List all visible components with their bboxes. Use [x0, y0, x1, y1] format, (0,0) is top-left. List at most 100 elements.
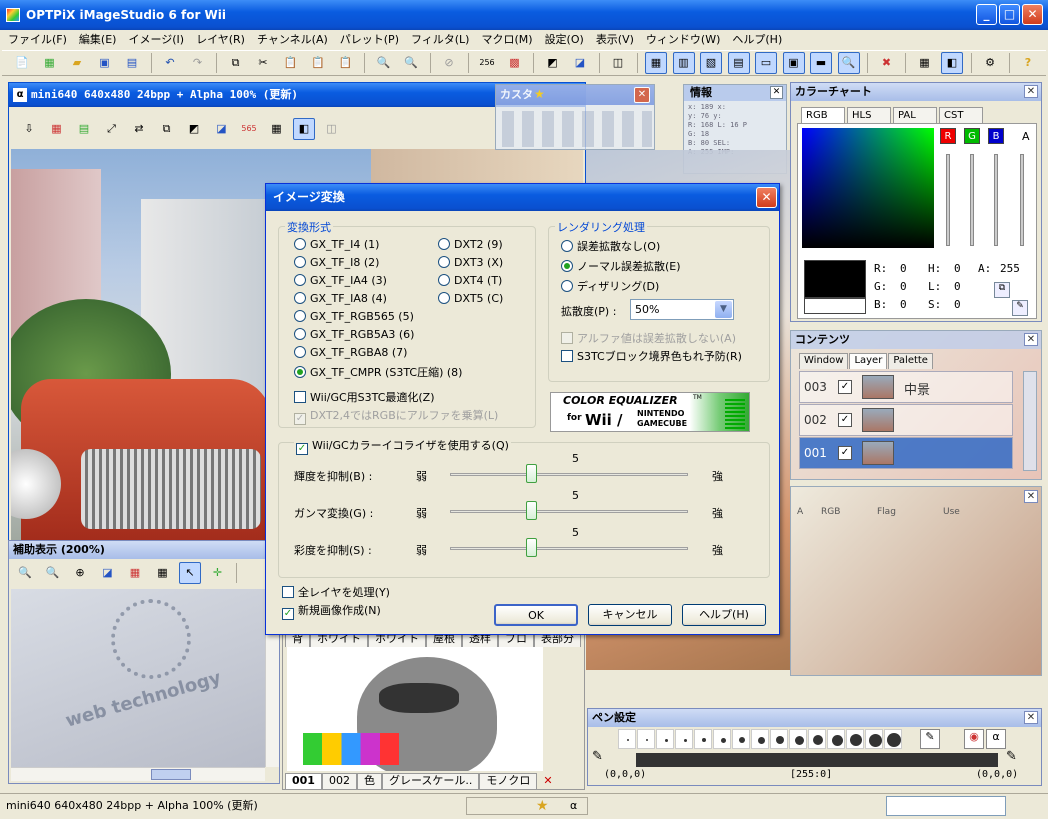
channel-b-button[interactable]: B	[988, 128, 1004, 144]
chevron-down-icon[interactable]: ▼	[715, 301, 732, 318]
image-tab[interactable]: 001	[285, 773, 322, 789]
slider-a[interactable]	[1020, 154, 1024, 246]
preview-small-icon[interactable]: ◧	[293, 118, 315, 140]
radio-circle[interactable]	[294, 346, 306, 358]
aux-hscrollbar[interactable]	[11, 767, 265, 781]
aux-crosshair-icon[interactable]: ✛	[207, 562, 229, 584]
pen-size-dot[interactable]	[884, 729, 902, 749]
pen-size-dot[interactable]	[751, 729, 769, 749]
view-layer-icon[interactable]: ▤	[727, 52, 750, 74]
menu-item-0[interactable]: ファイル(F)	[2, 30, 73, 50]
wii-small-icon[interactable]: ◪	[211, 118, 233, 140]
contents-tab-window[interactable]: Window	[799, 353, 849, 369]
contents-scrollbar[interactable]	[1023, 371, 1037, 471]
radio-circle[interactable]	[294, 328, 306, 340]
stop-icon[interactable]: ⊘	[438, 52, 460, 74]
pen-size-dot[interactable]	[827, 729, 845, 749]
pen-eyedrop-left-icon[interactable]: ✎	[592, 749, 603, 764]
aux-pointer-icon[interactable]: ↖	[179, 562, 201, 584]
radio-circle[interactable]	[294, 256, 306, 268]
aux-zoom-in-icon[interactable]: 🔍	[14, 562, 36, 584]
radio-circle[interactable]	[561, 280, 573, 292]
aux-wii-icon[interactable]: ◪	[97, 562, 119, 584]
open-folder-icon[interactable]: ▰	[66, 52, 88, 74]
view-color-icon[interactable]: ▦	[645, 52, 667, 74]
contents-close[interactable]: ✕	[1024, 333, 1038, 346]
new-project-icon[interactable]: ▦	[39, 52, 61, 74]
aux-zoom-out-icon[interactable]: 🔍	[42, 562, 64, 584]
layer-visible-checkbox[interactable]: ✓	[838, 380, 852, 394]
pen-size-dot[interactable]	[770, 729, 788, 749]
ok-button[interactable]: OK	[494, 604, 578, 626]
chk-new-image[interactable]: ✓ 新規画像作成(N)	[282, 602, 381, 620]
chk-dxt-premult[interactable]: ✓ DXT2,4ではRGBにアルファを乗算(L)	[294, 407, 498, 425]
image-tab[interactable]: グレースケール..	[381, 773, 480, 789]
info-panel-close[interactable]: ✕	[770, 86, 783, 99]
help-button[interactable]: ヘルプ(H)	[682, 604, 766, 626]
import-icon[interactable]: ⇩	[18, 118, 40, 140]
attribute-close[interactable]: ✕	[1024, 490, 1038, 503]
dialog-close-button[interactable]: ✕	[756, 187, 777, 208]
menu-item-1[interactable]: 編集(E)	[73, 30, 123, 50]
menu-item-5[interactable]: パレット(P)	[334, 30, 405, 50]
chk-s3tc-block[interactable]: S3TCブロック境界色もれ予防(R)	[561, 348, 742, 364]
slider-r[interactable]	[946, 154, 950, 246]
format-radio-left[interactable]: GX_TF_RGBA8 (7)	[294, 346, 407, 359]
radio-circle[interactable]	[438, 256, 450, 268]
custom-panel-close[interactable]: ✕	[634, 87, 650, 103]
wii-convert-icon[interactable]: ◪	[569, 52, 591, 74]
aux-canvas[interactable]: web technology	[11, 589, 265, 767]
radio-circle[interactable]	[294, 274, 306, 286]
radio-circle[interactable]	[438, 292, 450, 304]
chk-s3tc-opt[interactable]: Wii/GC用S3TC最適化(Z)	[294, 389, 435, 405]
pen-size-dot[interactable]	[865, 729, 883, 749]
layer-row[interactable]: 002 ✓	[799, 404, 1013, 436]
format-radio-left[interactable]: GX_TF_IA4 (3)	[294, 274, 387, 287]
pen-alpha-icon[interactable]: α	[986, 729, 1006, 749]
color-tab-cst[interactable]: CST	[939, 107, 983, 124]
color-tab-hls[interactable]: HLS	[847, 107, 891, 124]
format-radio-left[interactable]: GX_TF_RGB5A3 (6)	[294, 328, 414, 341]
menu-item-9[interactable]: 表示(V)	[590, 30, 640, 50]
paste-new-icon[interactable]: 📋	[307, 52, 329, 74]
slider-thumb[interactable]	[525, 501, 537, 520]
view-zoom-icon[interactable]: 🔍	[837, 52, 860, 74]
redo-icon[interactable]: ↷	[187, 52, 209, 74]
transform-icon[interactable]: ⇄	[128, 118, 150, 140]
color-tab-rgb[interactable]: RGB	[801, 107, 845, 124]
contents-tab-palette[interactable]: Palette	[888, 353, 933, 369]
contents-tab-layer[interactable]: Layer	[849, 353, 888, 369]
maximize-button[interactable]: □	[999, 4, 1020, 25]
menu-item-4[interactable]: チャンネル(A)	[251, 30, 334, 50]
zoom-out-icon[interactable]: 🔍	[400, 52, 422, 74]
palette-strip-icon[interactable]: ▤	[73, 118, 95, 140]
radio-circle[interactable]	[561, 240, 573, 252]
format-radio-right[interactable]: DXT3 (X)	[438, 256, 503, 269]
undo-icon[interactable]: ↶	[159, 52, 181, 74]
save-icon[interactable]: ▣	[94, 52, 116, 74]
raccoon-image[interactable]	[287, 647, 543, 771]
paste-layer-icon[interactable]: 📋	[335, 52, 357, 74]
menu-item-6[interactable]: フィルタ(L)	[405, 30, 476, 50]
aux-grid-icon[interactable]: ▦	[152, 562, 174, 584]
format-radio-left[interactable]: GX_TF_I8 (2)	[294, 256, 379, 269]
chk-equalizer[interactable]: ✓ Wii/GCカラーイコライザを使用する(Q)	[294, 437, 511, 455]
radio-circle[interactable]	[438, 274, 450, 286]
menu-item-10[interactable]: ウィンドウ(W)	[640, 30, 726, 50]
view-content-icon[interactable]: ▣	[782, 52, 805, 74]
pen-size-dot[interactable]	[846, 729, 864, 749]
pen-panel-close[interactable]: ✕	[1024, 711, 1038, 724]
save-all-icon[interactable]: ▤	[121, 52, 143, 74]
menu-item-11[interactable]: ヘルプ(H)	[726, 30, 788, 50]
menu-item-2[interactable]: イメージ(I)	[122, 30, 190, 50]
render-radio[interactable]: ディザリング(D)	[561, 278, 659, 294]
custom-panel-tools[interactable]	[502, 111, 652, 147]
slider-track[interactable]	[450, 473, 688, 476]
clone-icon[interactable]: ⧉	[156, 118, 178, 140]
grid-off-icon[interactable]: ✖	[876, 52, 898, 74]
slider-g[interactable]	[970, 154, 974, 246]
aux-channel-icon[interactable]: ▦	[124, 562, 146, 584]
layer-visible-checkbox[interactable]: ✓	[838, 446, 852, 460]
format-radio-left[interactable]: GX_TF_RGB565 (5)	[294, 310, 414, 323]
view-panel-icon[interactable]: ▥	[672, 52, 695, 74]
